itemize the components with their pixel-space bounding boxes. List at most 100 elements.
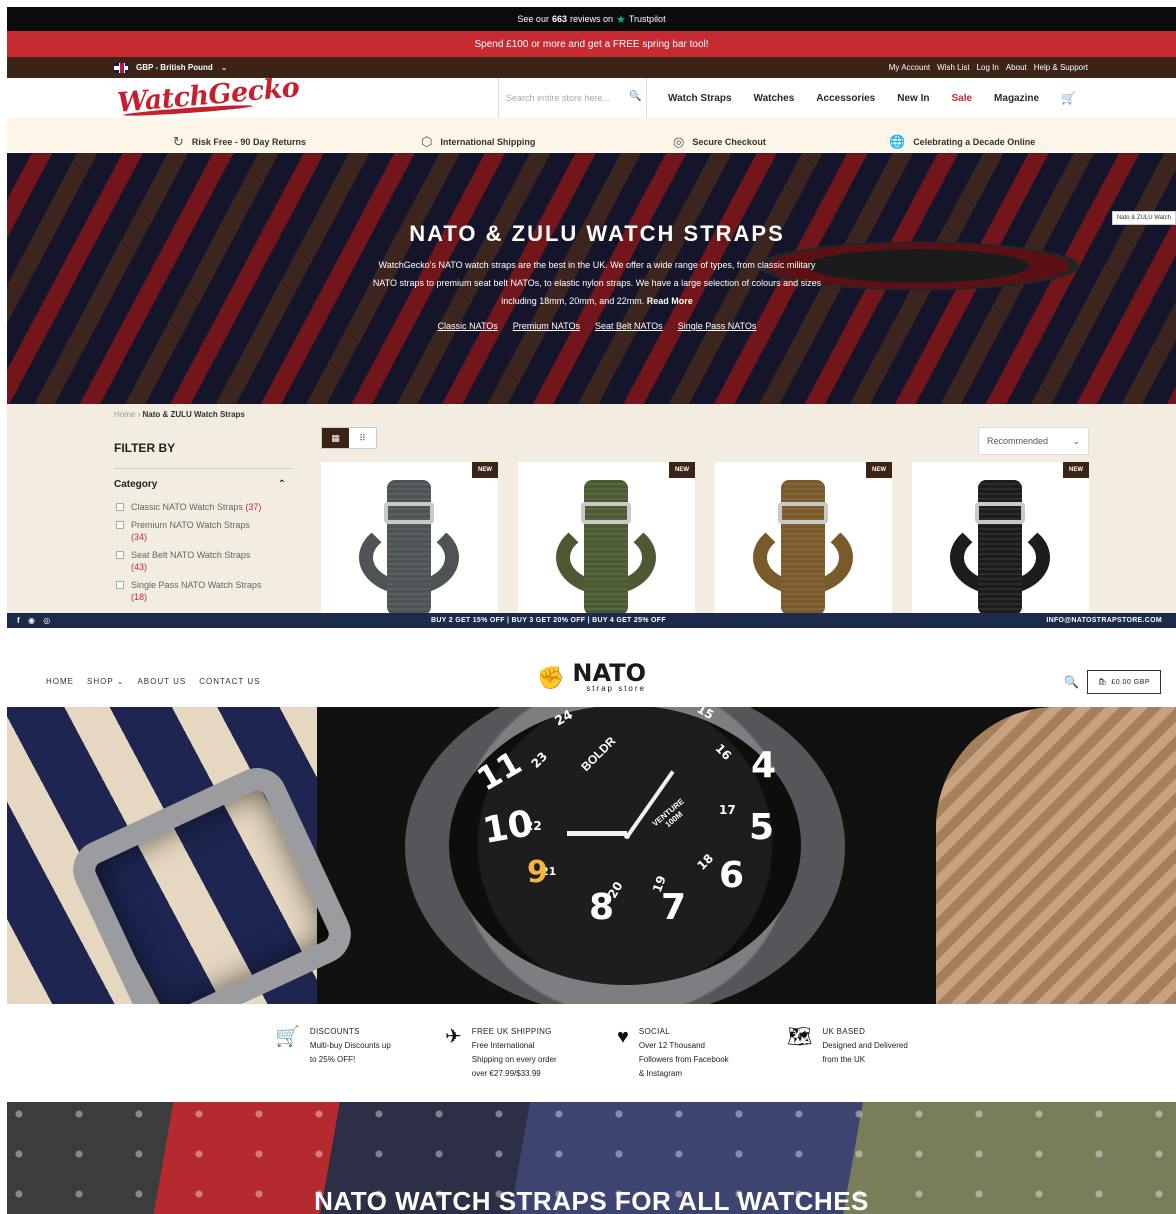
pinterest-icon[interactable]: ◉ bbox=[28, 616, 35, 625]
category-item[interactable]: Classic NATO Watch Straps (37) bbox=[116, 501, 276, 513]
menu-sale[interactable]: Sale bbox=[951, 93, 972, 104]
category-count: (43) bbox=[131, 562, 148, 572]
link-premium-natos[interactable]: Premium NATOs bbox=[513, 321, 580, 331]
strap-texture bbox=[584, 480, 628, 613]
breadcrumb-current: Nato & ZULU Watch Straps bbox=[142, 410, 245, 419]
feature-title: FREE UK SHIPPING bbox=[471, 1027, 552, 1036]
feature-line: Multi-buy Discounts up bbox=[309, 1041, 391, 1050]
grid-view-icon[interactable]: ⠿ bbox=[349, 428, 376, 448]
trust-label: International Shipping bbox=[440, 137, 536, 147]
returns-icon: ↻ bbox=[173, 134, 184, 149]
feature-discounts: 🛒 DISCOUNTS Multi-buy Discounts up to 25… bbox=[275, 1025, 391, 1067]
checkbox[interactable] bbox=[116, 551, 124, 559]
feature-social: ♥ SOCIAL Over 12 Thousand Followers from… bbox=[617, 1025, 729, 1081]
menu-watches[interactable]: Watches bbox=[754, 93, 795, 104]
product-card[interactable]: NEW bbox=[912, 462, 1089, 613]
strap-texture bbox=[781, 480, 825, 613]
menu-home[interactable]: HOME bbox=[46, 677, 74, 686]
strap-buckle bbox=[975, 502, 1025, 524]
checkbox[interactable] bbox=[116, 581, 124, 589]
hero-content: NATO & ZULU WATCH STRAPS WatchGecko's NA… bbox=[367, 221, 827, 331]
link-single-pass-natos[interactable]: Single Pass NATOs bbox=[678, 321, 757, 331]
hero-banner: NATO & ZULU WATCH STRAPS WatchGecko's NA… bbox=[7, 153, 1176, 404]
feature-line: Free International bbox=[471, 1041, 535, 1050]
announcement-bar: f ◉ ◎ BUY 2 GET 15% OFF | BUY 3 GET 20% … bbox=[7, 613, 1176, 628]
main-nav: HOME SHOP ⌄ ABOUT US CONTACT US ✊ NATO s… bbox=[7, 628, 1176, 707]
trustpilot-bar[interactable]: See our 663 reviews on ★ Trustpilot bbox=[7, 7, 1176, 31]
hour-hand bbox=[567, 831, 627, 836]
bag-icon: 🛍 bbox=[1097, 679, 1108, 686]
category-item[interactable]: Seat Belt NATO Watch Straps (43) bbox=[116, 549, 276, 573]
email-link[interactable]: INFO@NATOSTRAPSTORE.COM bbox=[1046, 617, 1162, 624]
menu-watch-straps[interactable]: Watch Straps bbox=[668, 93, 732, 104]
listing-section: Home › Nato & ZULU Watch Straps FILTER B… bbox=[7, 404, 1176, 613]
category-item[interactable]: Single Pass NATO Watch Straps (18) bbox=[116, 579, 276, 603]
product-card[interactable]: NEW bbox=[715, 462, 892, 613]
nato-logo[interactable]: ✊ NATO strap store bbox=[537, 661, 646, 693]
menu-new-in[interactable]: New In bbox=[897, 93, 929, 104]
trustpilot-prefix: See our bbox=[517, 14, 549, 24]
menu-accessories[interactable]: Accessories bbox=[816, 93, 875, 104]
trust-label: Celebrating a Decade Online bbox=[913, 137, 1036, 147]
chevron-up-icon: ⌃ bbox=[277, 479, 286, 490]
trust-decade: 🌐 Celebrating a Decade Online bbox=[889, 134, 1035, 150]
help-support-link[interactable]: Help & Support bbox=[1034, 63, 1088, 72]
checkbox[interactable] bbox=[116, 521, 124, 529]
read-more-link[interactable]: Read More bbox=[647, 296, 693, 306]
product-image[interactable] bbox=[950, 480, 1050, 613]
trust-shipping: ⬡ International Shipping bbox=[421, 134, 535, 150]
link-seat-belt-natos[interactable]: Seat Belt NATOs bbox=[595, 321, 663, 331]
category-count: (37) bbox=[245, 502, 262, 512]
menu-contact[interactable]: CONTACT US bbox=[199, 677, 260, 686]
filter-divider bbox=[114, 468, 293, 469]
currency-label: GBP - British Pound bbox=[136, 63, 213, 72]
menu-about[interactable]: ABOUT US bbox=[137, 677, 186, 686]
strap-texture bbox=[387, 480, 431, 613]
trust-returns: ↻ Risk Free - 90 Day Returns bbox=[173, 134, 306, 150]
sort-select[interactable]: Recommended ⌄ bbox=[978, 427, 1089, 455]
product-image[interactable] bbox=[359, 480, 459, 613]
list-view-icon[interactable]: ▦ bbox=[322, 428, 349, 448]
breadcrumb-home[interactable]: Home bbox=[114, 410, 135, 419]
category-label: Classic NATO Watch Straps bbox=[131, 502, 243, 512]
product-card[interactable]: NEW bbox=[518, 462, 695, 613]
cart-button[interactable]: 🛍 £0.00 GBP bbox=[1087, 670, 1161, 694]
strap-texture bbox=[978, 480, 1022, 613]
search-icon[interactable]: 🔍 bbox=[629, 91, 641, 102]
cart-icon[interactable]: 🛒 bbox=[1061, 91, 1076, 105]
product-image[interactable] bbox=[753, 480, 853, 613]
search-icon[interactable]: 🔍 bbox=[1064, 675, 1079, 689]
menu-magazine[interactable]: Magazine bbox=[994, 93, 1039, 104]
breadcrumb-separator: › bbox=[137, 410, 141, 419]
feature-line: from the UK bbox=[822, 1055, 866, 1064]
wish-list-link[interactable]: Wish List bbox=[937, 63, 969, 72]
hero-description: WatchGecko's NATO watch straps are the b… bbox=[372, 260, 822, 306]
link-classic-natos[interactable]: Classic NATOs bbox=[438, 321, 498, 331]
uk-flag-icon bbox=[114, 62, 128, 73]
instagram-icon[interactable]: ◎ bbox=[43, 616, 50, 625]
currency-selector[interactable]: GBP - British Pound ⌄ bbox=[114, 62, 227, 73]
about-link[interactable]: About bbox=[1006, 63, 1027, 72]
trust-label: Risk Free - 90 Day Returns bbox=[191, 137, 306, 147]
category-toggle[interactable]: Category ⌃ bbox=[114, 479, 286, 490]
feature-line: to 25% OFF! bbox=[309, 1055, 356, 1064]
log-in-link[interactable]: Log In bbox=[977, 63, 999, 72]
trustpilot-star-icon: ★ bbox=[616, 13, 626, 26]
product-image[interactable] bbox=[556, 480, 656, 613]
hero-banner: 24 15 23 16 22 17 21 18 20 19 11 4 10 5 … bbox=[7, 707, 1176, 1004]
cart-icon: 🛒 bbox=[275, 1026, 300, 1048]
facebook-icon[interactable]: f bbox=[17, 616, 20, 625]
utility-links: My Account Wish List Log In About Help &… bbox=[889, 63, 1088, 72]
menu-shop[interactable]: SHOP ⌄ bbox=[87, 677, 124, 686]
trustpilot-brand: Trustpilot bbox=[628, 14, 666, 24]
my-account-link[interactable]: My Account bbox=[889, 63, 930, 72]
category-item[interactable]: Premium NATO Watch Straps (34) bbox=[116, 519, 276, 543]
chevron-down-icon: ⌄ bbox=[1072, 435, 1080, 446]
feature-title: UK BASED bbox=[822, 1027, 866, 1036]
product-card[interactable]: NEW bbox=[321, 462, 498, 613]
lock-icon: ◎ bbox=[673, 134, 685, 149]
offer-text: BUY 2 GET 15% OFF | BUY 3 GET 20% OFF | … bbox=[430, 617, 666, 624]
checkbox[interactable] bbox=[116, 503, 124, 511]
feature-title: DISCOUNTS bbox=[309, 1027, 360, 1036]
search-input[interactable]: Search entire store here... bbox=[498, 78, 647, 118]
